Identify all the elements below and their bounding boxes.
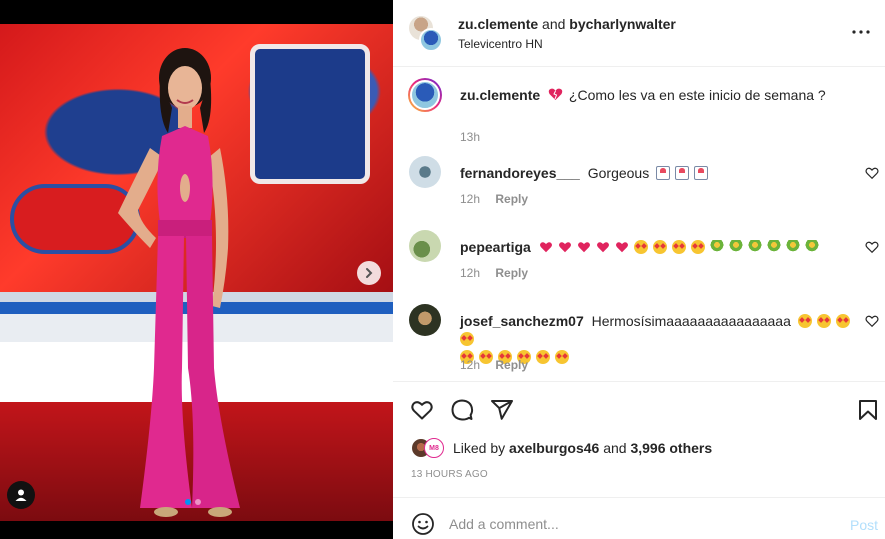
post-location[interactable]: Televicentro HN [458,37,543,51]
comment-item: josef_sanchezm07 Hermosísimaaaaaaaaaaaaa… [409,304,879,376]
smiley-icon[interactable] [411,512,435,536]
star-struck-icon [652,240,667,254]
comment-body: fernandoreyes___ Gorgeous [460,164,855,182]
user-tag-icon [15,489,27,501]
comment-meta: 12h Reply [460,192,528,206]
carousel-dots [185,499,201,505]
comment-emojis [656,165,713,181]
next-photo-button[interactable] [357,261,381,285]
caption-meta: 13h [460,130,480,144]
author-username[interactable]: zu.clemente [458,16,538,32]
speech-bubble-icon[interactable] [450,398,474,422]
star-struck-icon [690,240,705,254]
love-letter-icon [656,166,671,180]
comment-text: Hermosísimaaaaaaaaaaaaaaaa [591,313,791,329]
reply-button[interactable]: Reply [495,358,528,372]
avatar-badge-text: M8 [429,444,439,452]
comment-username[interactable]: josef_sanchezm07 [460,313,584,329]
comment-item: pepeartiga 12h Reply [409,230,879,290]
liked-and: and [603,440,627,456]
paper-plane-icon[interactable] [490,398,514,422]
broken-heart-icon [548,88,563,100]
comment-meta: 12h Reply [460,358,528,372]
bouquet-icon [709,240,724,254]
carousel-dot-active [185,499,191,505]
post-header: zu.clemente and bycharlynwalter Televice… [393,0,885,67]
liked-prefix: Liked by [453,440,506,456]
reply-button[interactable]: Reply [495,192,528,206]
collaborator-username[interactable]: bycharlynwalter [569,16,676,32]
comment-input[interactable] [449,510,829,538]
star-struck-icon [671,240,686,254]
reply-button[interactable]: Reply [495,266,528,280]
comment-time[interactable]: 12h [460,266,480,280]
liked-others-count[interactable]: 3,996 others [630,440,712,456]
comment-like-heart-icon[interactable] [865,314,879,328]
love-letter-icon [675,166,690,180]
heart-outline-icon[interactable] [410,398,434,422]
avatar[interactable] [409,156,441,188]
and-text: and [542,16,566,32]
liked-by-avatars[interactable]: M8 [411,438,445,458]
star-struck-icon [797,314,812,328]
avatar: M8 [424,438,444,458]
more-options-button[interactable] [849,22,873,42]
woman-in-pink-jumpsuit [118,48,240,517]
comment-meta: 12h Reply [460,266,528,280]
red-heart-icon [539,242,552,253]
red-heart-icon [577,242,590,253]
star-struck-icon [816,314,831,328]
bouquet-icon [747,240,762,254]
more-horizontal-icon [852,30,870,34]
bouquet-icon [804,240,819,254]
bouquet-icon [728,240,743,254]
post-authors: zu.clemente and bycharlynwalter [458,16,676,32]
star-struck-icon [460,332,474,346]
red-heart-icon [615,242,628,253]
comment-like-heart-icon[interactable] [865,166,879,180]
bouquet-icon [785,240,800,254]
red-heart-icon [596,242,609,253]
post-media [0,0,393,539]
caption: zu.clemente ¿Como les va en este inicio … [408,78,879,144]
comment-like-heart-icon[interactable] [865,240,879,254]
liked-by: Liked by axelburgos46 and 3,996 others [453,440,712,456]
comments-list: zu.clemente ¿Como les va en este inicio … [393,68,885,380]
bouquet-icon [766,240,781,254]
add-comment-bar: Post [393,497,885,539]
star-struck-icon [835,314,850,328]
avatar[interactable] [409,230,441,262]
bookmark-icon[interactable] [856,398,880,422]
liked-username[interactable]: axelburgos46 [509,440,599,456]
love-letter-icon [694,166,709,180]
comment-item: fernandoreyes___ Gorgeous 12h Reply [409,156,879,216]
avatar-story-ring[interactable] [408,78,442,112]
tagged-users-button[interactable] [7,481,35,509]
comment-time[interactable]: 12h [460,192,480,206]
post-comment-button[interactable]: Post [850,517,878,533]
post-timestamp[interactable]: 13 hours ago [411,469,488,480]
avatar[interactable] [409,304,441,336]
comment-username[interactable]: fernandoreyes___ [460,165,580,181]
caption-time[interactable]: 13h [460,130,480,144]
star-struck-icon [633,240,648,254]
comment-text: Gorgeous [587,165,650,181]
collab-avatars[interactable] [409,16,443,52]
comment-time[interactable]: 12h [460,358,480,372]
comment-body: pepeartiga [460,238,855,256]
avatar [419,28,443,52]
caption-username[interactable]: zu.clemente [460,87,540,103]
star-struck-icon [555,350,569,364]
star-struck-icon [536,350,550,364]
post-side-panel: zu.clemente and bycharlynwalter Televice… [393,0,885,539]
caption-body: zu.clemente ¿Como les va en este inicio … [460,86,855,104]
post-photo [0,24,393,521]
comment-username[interactable]: pepeartiga [460,239,531,255]
carousel-dot [195,499,201,505]
comment-emojis [539,239,824,255]
caption-text: ¿Como les va en este inicio de semana ? [568,87,826,103]
red-heart-icon [558,242,571,253]
chevron-right-icon [366,268,373,278]
